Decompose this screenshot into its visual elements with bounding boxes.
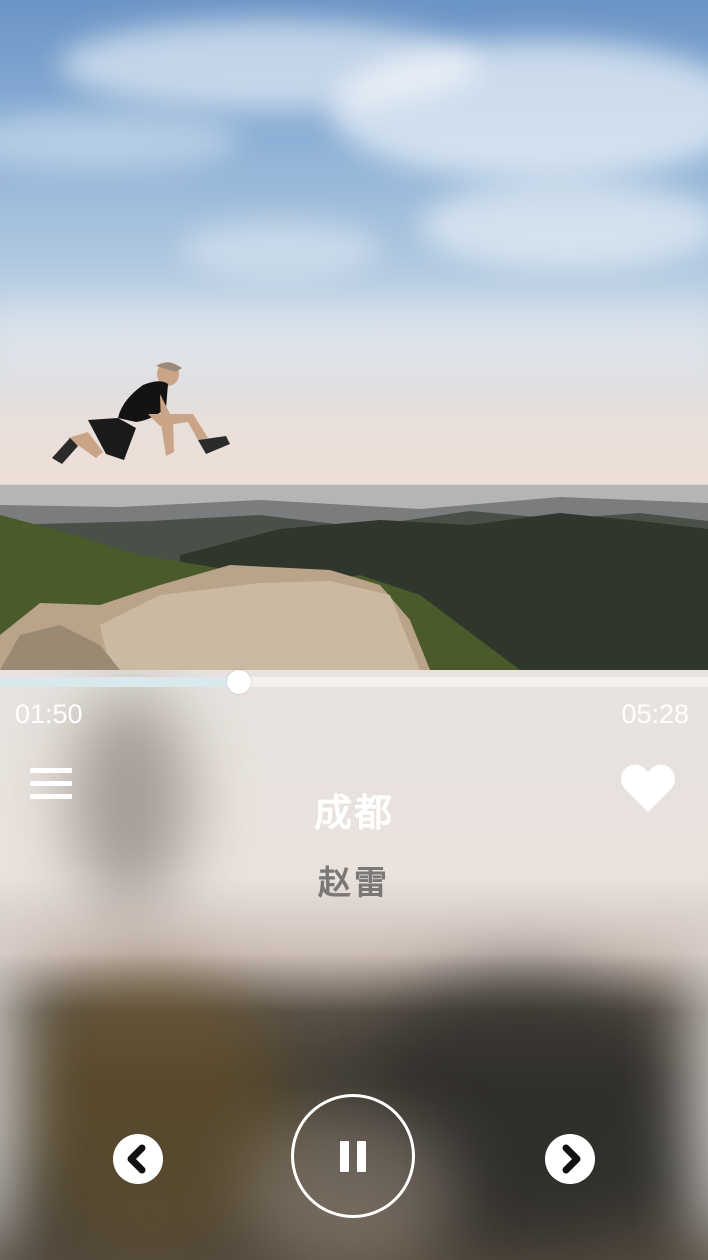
previous-button[interactable] — [113, 1134, 163, 1184]
elapsed-time: 01:50 — [15, 699, 83, 729]
album-art-image — [0, 0, 708, 670]
artist-name: 赵雷 — [318, 863, 390, 902]
progress-fill — [0, 677, 239, 687]
progress-thumb[interactable] — [227, 670, 251, 694]
total-time: 05:28 — [621, 699, 689, 729]
chevron-right-icon — [562, 1144, 581, 1174]
landscape-graphic — [0, 485, 708, 670]
song-title: 成都 — [313, 791, 394, 835]
play-pause-button[interactable] — [291, 1094, 415, 1218]
chevron-left-icon — [127, 1144, 146, 1174]
next-button[interactable] — [545, 1134, 595, 1184]
jumping-person-graphic — [52, 362, 230, 464]
pause-icon — [340, 1141, 366, 1172]
music-player-screen: 01:50 05:28 成都 赵雷 — [0, 0, 708, 1260]
